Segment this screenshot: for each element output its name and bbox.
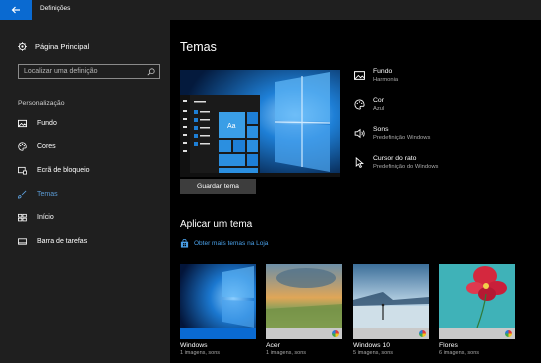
property-value: Harmonia xyxy=(373,77,399,83)
accent-strip xyxy=(266,328,342,339)
property-cursor-do-rato[interactable]: Cursor do rato Predefinição do Windows xyxy=(354,155,534,184)
sidebar-item-label: Início xyxy=(37,214,54,221)
property-value: Predefinição Windows xyxy=(373,135,431,141)
theme-thumbnail xyxy=(439,264,515,339)
store-link-label: Obter mais temas na Loja xyxy=(194,240,269,247)
theme-properties: Fundo Harmonia Cor Azul Sons Predefiniçã… xyxy=(354,68,534,184)
speaker-icon xyxy=(354,128,365,139)
back-arrow-icon xyxy=(11,6,20,14)
desktop-preview-image: Aa xyxy=(180,70,340,177)
section-header: Personalização xyxy=(18,100,65,107)
theme-tile-windows[interactable]: Windows 1 imagens, sons xyxy=(180,264,256,356)
theme-name: Windows 10 xyxy=(353,342,391,349)
accent-strip xyxy=(353,328,429,339)
theme-thumbnail xyxy=(266,264,342,339)
theme-count: 1 imagens, sons xyxy=(266,350,307,356)
sidebar-item-label: Ecrã de bloqueio xyxy=(37,167,90,174)
main-content: Temas Aa Fundo Harmonia Cor Azul Sons Pr… xyxy=(170,20,541,363)
sidebar-item-label: Barra de tarefas xyxy=(37,238,88,245)
sidebar: Página Principal Localizar uma definição… xyxy=(0,20,170,363)
sidebar-item-ecra-de-bloqueio[interactable]: Ecrã de bloqueio xyxy=(18,166,90,175)
taskbar-icon xyxy=(18,238,27,245)
property-name: Fundo xyxy=(373,68,393,75)
accent-strip xyxy=(180,328,256,339)
back-button[interactable] xyxy=(0,0,32,20)
property-cor[interactable]: Cor Azul xyxy=(354,97,534,126)
color-wheel-icon xyxy=(419,330,426,337)
theme-name: Windows xyxy=(180,342,208,349)
store-link[interactable]: Obter mais temas na Loja xyxy=(180,239,268,248)
sidebar-item-label: Fundo xyxy=(37,120,57,127)
page-title: Temas xyxy=(180,40,217,54)
theme-preview: Aa xyxy=(180,70,340,177)
brush-icon xyxy=(18,190,27,199)
apply-theme-heading: Aplicar um tema xyxy=(180,219,253,230)
gear-icon xyxy=(18,42,27,51)
sidebar-item-fundo[interactable]: Fundo xyxy=(18,119,57,128)
property-fundo[interactable]: Fundo Harmonia xyxy=(354,68,534,97)
preview-tile-label: Aa xyxy=(227,123,236,130)
theme-thumbnail xyxy=(353,264,429,339)
home-label: Página Principal xyxy=(35,42,90,51)
sidebar-item-cores[interactable]: Cores xyxy=(18,142,56,151)
save-theme-button[interactable]: Guardar tema xyxy=(180,179,256,194)
title-bar: Definições xyxy=(0,0,541,20)
search-icon[interactable] xyxy=(147,68,155,76)
color-wheel-icon xyxy=(332,330,339,337)
theme-count: 1 imagens, sons xyxy=(180,350,221,356)
property-name: Cursor do rato xyxy=(373,155,417,162)
picture-icon xyxy=(18,119,27,128)
theme-tile-acer[interactable]: Acer 1 imagens, sons xyxy=(266,264,342,356)
search-placeholder: Localizar uma definição xyxy=(24,68,98,75)
theme-thumbnail xyxy=(180,264,256,339)
search-input[interactable]: Localizar uma definição xyxy=(18,64,160,79)
theme-tile-windows-10[interactable]: Windows 10 5 imagens, sons xyxy=(353,264,429,356)
theme-count: 6 imagens, sons xyxy=(439,350,480,356)
window-title: Definições xyxy=(40,5,71,12)
theme-name: Acer xyxy=(266,342,280,349)
sidebar-item-label: Cores xyxy=(37,143,56,150)
start-icon xyxy=(18,213,27,222)
color-wheel-icon xyxy=(505,330,512,337)
store-bag-icon xyxy=(180,239,189,248)
palette-icon xyxy=(354,99,365,110)
theme-name: Flores xyxy=(439,342,458,349)
palette-icon xyxy=(18,142,27,151)
sidebar-item-inicio[interactable]: Início xyxy=(18,213,54,222)
sidebar-item-label: Temas xyxy=(37,191,58,198)
property-value: Azul xyxy=(373,106,385,112)
property-sons[interactable]: Sons Predefinição Windows xyxy=(354,126,534,155)
property-value: Predefinição do Windows xyxy=(373,164,439,170)
cursor-icon xyxy=(355,157,364,168)
accent-strip xyxy=(439,328,515,339)
sidebar-item-barra-de-tarefas[interactable]: Barra de tarefas xyxy=(18,237,87,246)
property-name: Sons xyxy=(373,126,389,133)
theme-tile-flores[interactable]: Flores 6 imagens, sons xyxy=(439,264,515,356)
home-link[interactable]: Página Principal xyxy=(18,42,89,51)
lock-screen-icon xyxy=(18,166,27,175)
theme-count: 5 imagens, sons xyxy=(353,350,394,356)
property-name: Cor xyxy=(373,97,384,104)
sidebar-item-temas[interactable]: Temas xyxy=(18,190,58,199)
picture-icon xyxy=(354,71,365,80)
